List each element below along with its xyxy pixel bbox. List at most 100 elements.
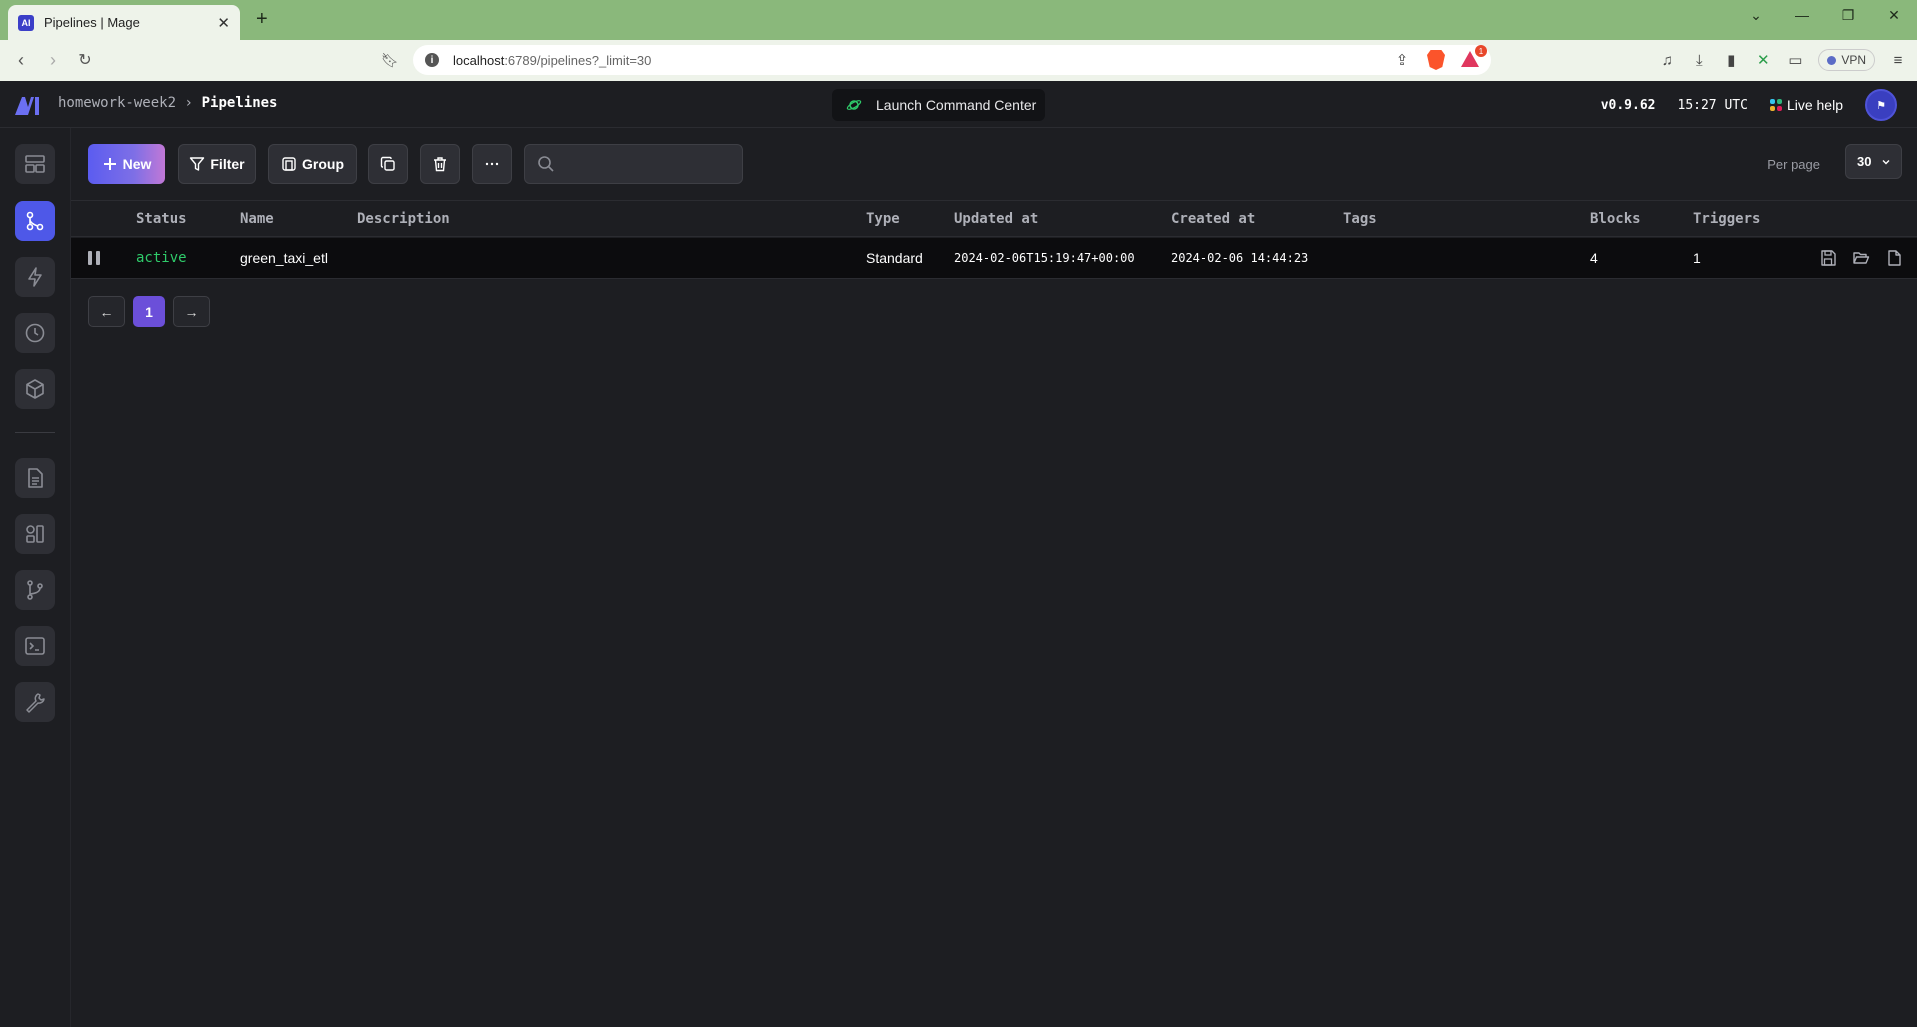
browser-tabbar: AI Pipelines | Mage ✕ + ⌄ — ❐ ✕ — [0, 0, 1917, 40]
window-close-icon[interactable]: ✕ — [1871, 0, 1917, 30]
row-actions — [1819, 249, 1903, 267]
breadcrumb-project[interactable]: homework-week2 — [58, 95, 176, 111]
page-1-button[interactable]: 1 — [133, 296, 165, 327]
clock-icon — [25, 323, 45, 343]
pipeline-type: Standard — [866, 250, 923, 266]
search-icon — [538, 156, 554, 172]
column-header-created-at[interactable]: Created at — [1171, 211, 1255, 227]
git-branch-icon — [27, 580, 43, 600]
group-button[interactable]: Group — [268, 144, 357, 184]
new-tab-icon[interactable]: + — [256, 8, 268, 31]
copy-icon — [380, 156, 395, 171]
browser-tab[interactable]: AI Pipelines | Mage ✕ — [8, 5, 240, 40]
sidebar-toggle-icon[interactable]: ▮ — [1722, 51, 1740, 69]
filter-button[interactable]: Filter — [178, 144, 256, 184]
launch-command-center-button[interactable]: Launch Command Center — [832, 89, 1045, 121]
forward-icon[interactable]: › — [37, 44, 69, 76]
column-header-updated-at[interactable]: Updated at — [954, 211, 1038, 227]
filter-label: Filter — [210, 156, 245, 172]
clone-pipeline-button[interactable] — [368, 144, 408, 184]
breadcrumb: homework-week2 › Pipelines — [58, 95, 277, 111]
sidebar-item-global-data-products[interactable] — [15, 369, 55, 409]
cube-icon — [26, 379, 44, 399]
bookmark-icon[interactable]: 🔖︎ — [374, 44, 406, 76]
mage-logo-icon[interactable] — [14, 94, 42, 116]
per-page-select[interactable]: 30 — [1845, 144, 1902, 179]
save-icon[interactable] — [1819, 249, 1837, 267]
address-bar[interactable]: i localhost:6789/pipelines?_limit=30 ⇪ 1 — [413, 45, 1491, 75]
vpn-status-icon — [1827, 55, 1837, 65]
sidebar-item-pipelines[interactable] — [15, 201, 55, 241]
site-info-icon[interactable]: i — [425, 53, 439, 67]
pause-icon[interactable] — [88, 251, 100, 265]
sidebar-divider — [15, 432, 55, 433]
table-header: Status Name Description Type Updated at … — [71, 201, 1917, 237]
wrench-icon — [26, 693, 45, 713]
window-controls: ⌄ — ❐ ✕ — [1733, 0, 1917, 30]
sidebar-item-triggers[interactable] — [15, 257, 55, 297]
ellipsis-icon — [485, 162, 499, 166]
avatar[interactable]: ⚑ — [1865, 89, 1897, 121]
search-input[interactable] — [565, 156, 735, 172]
slack-icon — [1769, 99, 1782, 111]
column-header-tags[interactable]: Tags — [1343, 211, 1377, 227]
column-header-blocks[interactable]: Blocks — [1590, 211, 1641, 227]
file-icon[interactable] — [1885, 249, 1903, 267]
back-icon[interactable]: ‹ — [5, 44, 37, 76]
downloads-icon[interactable]: ⤓ — [1690, 51, 1708, 69]
column-header-type[interactable]: Type — [866, 211, 900, 227]
extension-icon[interactable]: ✕ — [1754, 51, 1772, 69]
minimize-icon[interactable]: — — [1779, 0, 1825, 30]
share-icon[interactable]: ⇪ — [1393, 51, 1411, 69]
delete-pipeline-button[interactable] — [420, 144, 460, 184]
trash-icon — [434, 157, 446, 172]
live-help-button[interactable]: Live help — [1769, 97, 1843, 113]
plus-icon — [103, 158, 116, 170]
pipeline-updated-at: 2024-02-06T15:19:47+00:00 — [954, 251, 1135, 265]
pipeline-created-at: 2024-02-06 14:44:23 — [1171, 251, 1309, 265]
chevron-down-icon — [1882, 159, 1890, 164]
next-page-button[interactable]: → — [173, 296, 210, 327]
rewards-badge: 1 — [1475, 45, 1487, 57]
wallet-icon[interactable]: ▭ — [1786, 51, 1804, 69]
tab-close-icon[interactable]: ✕ — [217, 14, 230, 32]
command-center-label: Launch Command Center — [876, 97, 1037, 113]
new-pipeline-button[interactable]: New — [88, 144, 165, 184]
status-badge: active — [136, 250, 187, 266]
table-row[interactable]: active green_taxi_etl Standard 2024-02-0… — [71, 238, 1917, 279]
media-icon[interactable]: ♫ — [1658, 51, 1676, 69]
restore-icon[interactable]: ❐ — [1825, 0, 1871, 30]
menu-icon[interactable]: ≡ — [1889, 51, 1907, 69]
column-header-name[interactable]: Name — [240, 211, 274, 227]
folder-open-icon[interactable] — [1852, 249, 1870, 267]
filter-icon — [190, 157, 205, 171]
tab-title: Pipelines | Mage — [44, 15, 140, 30]
vpn-button[interactable]: VPN — [1818, 49, 1875, 71]
sidebar-item-files[interactable] — [15, 458, 55, 498]
column-header-description[interactable]: Description — [357, 211, 450, 227]
pipeline-triggers: 1 — [1693, 250, 1701, 266]
pipeline-name[interactable]: green_taxi_etl — [240, 250, 328, 266]
sidebar-item-settings[interactable] — [15, 682, 55, 722]
sidebar-item-pipeline-runs[interactable] — [15, 313, 55, 353]
live-help-label: Live help — [1786, 97, 1843, 113]
tab-search-icon[interactable]: ⌄ — [1733, 0, 1779, 30]
column-header-triggers[interactable]: Triggers — [1693, 211, 1760, 227]
planet-icon — [846, 100, 862, 110]
reload-icon[interactable]: ↻ — [69, 44, 101, 76]
sidebar-item-terminal[interactable] — [15, 626, 55, 666]
omnibox-actions: ⇪ 1 — [1393, 45, 1487, 70]
header-right: v0.9.62 15:27 UTC Live help ⚑ — [1601, 89, 1897, 121]
sidebar-item-version-control[interactable] — [15, 570, 55, 610]
brave-shields-icon[interactable] — [1427, 50, 1445, 70]
more-actions-button[interactable] — [472, 144, 512, 184]
previous-page-button[interactable]: ← — [88, 296, 125, 327]
sidebar-item-overview[interactable] — [15, 144, 55, 184]
search-box[interactable] — [524, 144, 743, 184]
sidebar-item-templates[interactable] — [15, 514, 55, 554]
column-header-status[interactable]: Status — [136, 211, 187, 227]
brave-rewards-icon[interactable]: 1 — [1461, 45, 1487, 69]
group-label: Group — [302, 156, 344, 172]
per-page-label: Per page — [1767, 157, 1820, 172]
new-label: New — [122, 156, 152, 172]
